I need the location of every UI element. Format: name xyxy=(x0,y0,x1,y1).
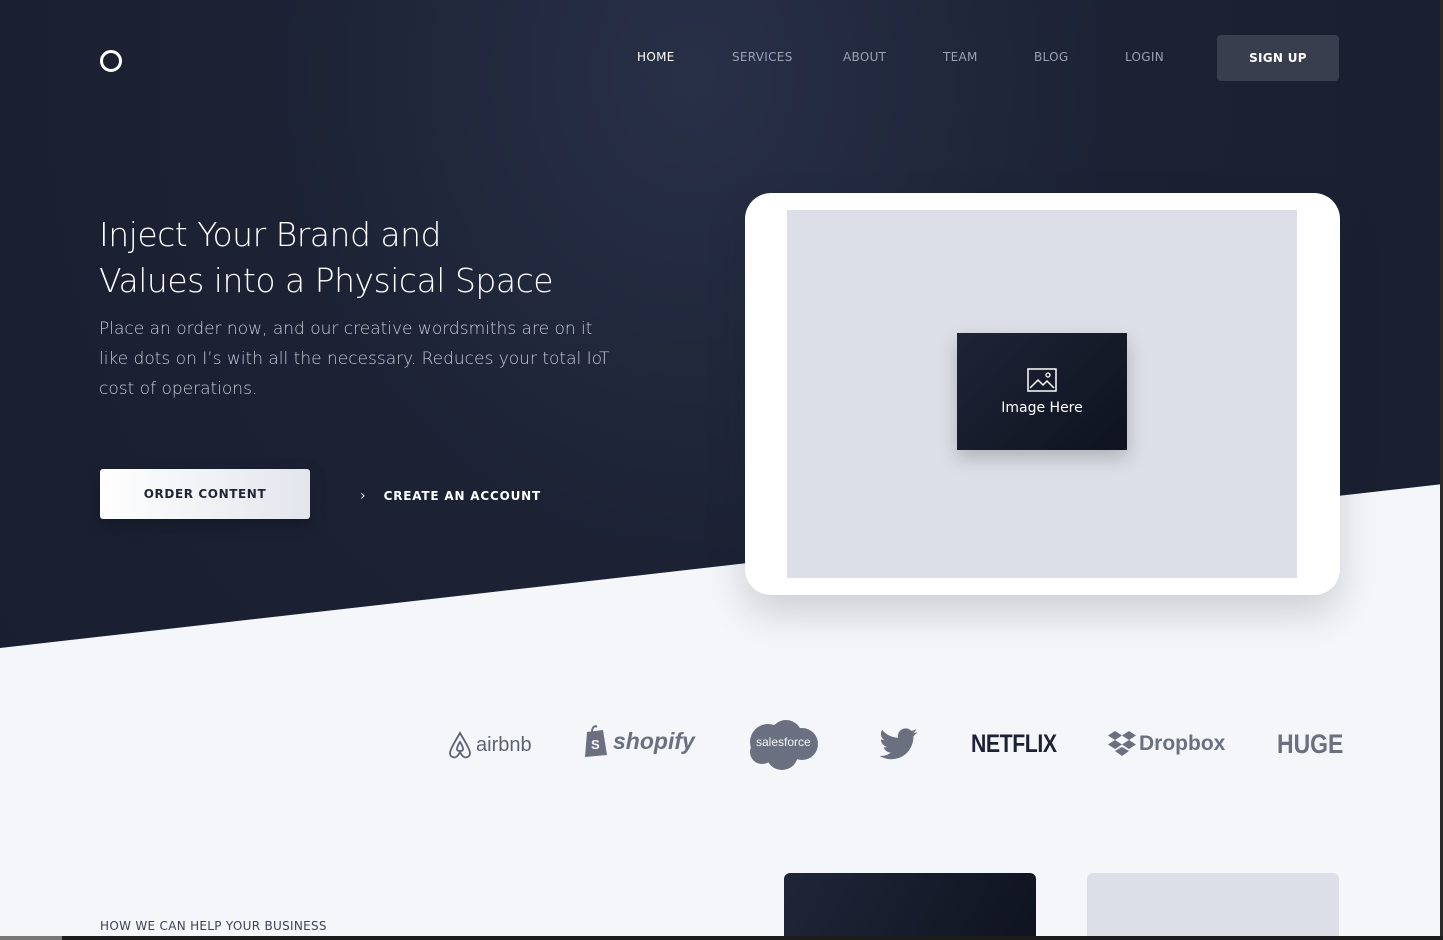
brand-shopify-logo: S shopify xyxy=(582,724,695,758)
hero-subtext: Place an order now, and our creative wor… xyxy=(99,319,610,399)
nav-login[interactable]: LOGIN xyxy=(1125,50,1164,64)
scrollbar-thumb[interactable] xyxy=(0,936,62,940)
brand-netflix-logo: NETFLIX xyxy=(971,730,1072,759)
brand-dropbox-label: Dropbox xyxy=(1139,732,1226,755)
create-account-label: CREATE AN ACCOUNT xyxy=(383,489,541,503)
brand-dropbox-logo: Dropbox xyxy=(1107,730,1225,758)
device-mockup: Image Here xyxy=(745,193,1340,595)
twitter-bird-icon xyxy=(880,728,918,760)
main-nav: HOME SERVICES ABOUT TEAM BLOG LOGIN SIGN… xyxy=(0,35,1443,81)
nav-services[interactable]: SERVICES xyxy=(732,50,793,64)
image-icon xyxy=(1027,367,1057,392)
horizontal-scrollbar[interactable] xyxy=(0,936,1443,940)
nav-about[interactable]: ABOUT xyxy=(843,50,886,64)
brand-twitter-logo xyxy=(880,728,918,760)
brand-huge-logo: HUGE xyxy=(1277,729,1355,760)
feature-card-dark xyxy=(784,873,1036,940)
shopify-bag-icon: S xyxy=(585,725,607,757)
hero-headline-line1: Inject Your Brand and xyxy=(99,215,441,254)
hero-headline-line2: Values into a Physical Space xyxy=(99,261,554,300)
chevron-right-icon: › xyxy=(360,488,366,504)
signup-button[interactable]: SIGN UP xyxy=(1217,35,1339,81)
image-placeholder-label: Image Here xyxy=(1001,399,1083,416)
create-account-link[interactable]: › CREATE AN ACCOUNT xyxy=(360,486,541,506)
brand-shopify-label: shopify xyxy=(613,727,695,754)
brand-airbnb-label: airbnb xyxy=(476,733,532,756)
nav-team[interactable]: TEAM xyxy=(943,50,978,64)
airbnb-icon xyxy=(449,731,471,759)
hero-headline: Inject Your Brand and Values into a Phys… xyxy=(99,212,659,304)
feature-card-light xyxy=(1087,873,1339,940)
dropbox-icon xyxy=(1108,731,1136,756)
image-placeholder: Image Here xyxy=(957,333,1127,450)
order-content-button[interactable]: ORDER CONTENT xyxy=(100,469,310,519)
brand-logos: airbnb S shopify salesforce NETFLIX Drop… xyxy=(0,718,1443,778)
svg-text:S: S xyxy=(591,737,600,752)
device-screen: Image Here xyxy=(787,210,1297,578)
nav-home[interactable]: HOME xyxy=(637,50,675,64)
brand-huge-label: HUGE xyxy=(1277,729,1344,759)
nav-blog[interactable]: BLOG xyxy=(1034,50,1068,64)
brand-airbnb-logo: airbnb xyxy=(446,730,532,760)
brand-netflix-label: NETFLIX xyxy=(971,730,1057,758)
brand-salesforce-logo: salesforce xyxy=(746,718,820,772)
section-eyebrow: HOW WE CAN HELP YOUR BUSINESS xyxy=(100,919,327,933)
brand-salesforce-label: salesforce xyxy=(756,735,811,749)
